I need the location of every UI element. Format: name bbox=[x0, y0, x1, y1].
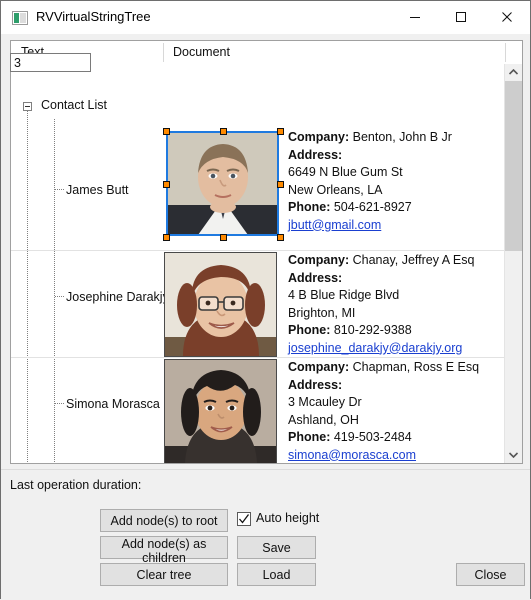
add-nodes-as-children-button[interactable]: Add node(s) as children bbox=[100, 536, 228, 565]
phone-label: Phone: bbox=[288, 430, 331, 444]
window-title: RVVirtualStringTree bbox=[36, 9, 151, 24]
phone-line: Phone: 504-621-8927 bbox=[288, 199, 503, 217]
email-link[interactable]: josephine_darakjy@darakjy.org bbox=[288, 340, 503, 358]
resize-handle-e[interactable] bbox=[277, 181, 284, 188]
maximize-icon bbox=[456, 12, 466, 22]
column-divider-1[interactable] bbox=[163, 43, 164, 62]
add-nodes-to-root-button[interactable]: Add node(s) to root bbox=[100, 509, 228, 532]
scroll-up-button[interactable] bbox=[505, 64, 522, 81]
resize-handle-sw[interactable] bbox=[163, 234, 170, 241]
email-link[interactable]: jbutt@gmail.com bbox=[288, 217, 503, 235]
phone-label: Phone: bbox=[288, 323, 331, 337]
portrait-image[interactable] bbox=[164, 359, 277, 463]
close-icon bbox=[502, 12, 512, 22]
phone-line: Phone: 810-292-9388 bbox=[288, 322, 503, 340]
save-button[interactable]: Save bbox=[237, 536, 316, 559]
portrait-image-selected[interactable] bbox=[166, 131, 279, 236]
contact-details: Company: Chanay, Jeffrey A Esq Address: … bbox=[288, 252, 503, 357]
minimize-icon bbox=[410, 17, 420, 18]
tree-node-label[interactable]: Simona Morasca bbox=[66, 397, 160, 411]
resize-handle-ne[interactable] bbox=[277, 128, 284, 135]
row-separator bbox=[11, 357, 505, 358]
clear-tree-button[interactable]: Clear tree bbox=[100, 563, 228, 586]
portrait-woman-glasses bbox=[165, 253, 276, 356]
address-label: Address: bbox=[288, 147, 343, 162]
company-value: Benton, John B Jr bbox=[352, 130, 452, 144]
phone-line: Phone: 419-503-2484 bbox=[288, 429, 503, 447]
portrait-image[interactable] bbox=[164, 252, 277, 357]
tree-line-elbow-2 bbox=[55, 296, 65, 297]
address-label-line: Address: bbox=[288, 270, 503, 288]
tree-node-root-label: Contact List bbox=[41, 98, 108, 112]
row-separator bbox=[11, 250, 505, 251]
scroll-down-button[interactable] bbox=[505, 447, 522, 463]
resize-handle-se[interactable] bbox=[277, 234, 284, 241]
address-line-1: 4 B Blue Ridge Blvd bbox=[288, 288, 400, 302]
address-line-1: 3 Mcauley Dr bbox=[288, 395, 362, 409]
close-button[interactable]: Close bbox=[456, 563, 525, 586]
expand-collapse-icon[interactable] bbox=[23, 102, 32, 111]
company-line: Company: Chapman, Ross E Esq bbox=[288, 359, 503, 377]
app-window: RVVirtualStringTree Text Document Contac… bbox=[0, 0, 531, 600]
address-label-line: Address: bbox=[288, 377, 503, 395]
load-button[interactable]: Load bbox=[237, 563, 316, 586]
address-line-2: New Orleans, LA bbox=[288, 182, 383, 197]
column-header-document[interactable]: Document bbox=[173, 45, 230, 59]
address-line-1: 6649 N Blue Gum St bbox=[288, 165, 403, 179]
tree-line-elbow-1 bbox=[55, 189, 65, 190]
company-label: Company: bbox=[288, 253, 350, 267]
company-line: Company: Benton, John B Jr bbox=[288, 129, 503, 147]
company-line: Company: Chanay, Jeffrey A Esq bbox=[288, 252, 503, 270]
scrollbar-thumb[interactable] bbox=[505, 81, 522, 251]
resize-handle-n[interactable] bbox=[220, 128, 227, 135]
chevron-down-icon bbox=[509, 452, 518, 458]
portrait-man-suit bbox=[168, 133, 277, 234]
address-label: Address: bbox=[288, 377, 343, 392]
resize-handle-s[interactable] bbox=[220, 234, 227, 241]
portrait-girl-dark-hair bbox=[165, 360, 276, 463]
auto-height-label: Auto height bbox=[256, 511, 320, 525]
address-label: Address: bbox=[288, 270, 343, 285]
tree-line-trunk bbox=[27, 111, 28, 463]
tree-line-elbow-3 bbox=[55, 403, 65, 404]
address-label-line: Address: bbox=[288, 147, 503, 165]
title-bar: RVVirtualStringTree bbox=[1, 1, 530, 35]
column-divider-2[interactable] bbox=[505, 43, 506, 62]
vertical-scrollbar[interactable] bbox=[504, 64, 522, 463]
address-line-2: Brighton, MI bbox=[288, 305, 356, 320]
tree-body[interactable]: Contact List James Butt Company: Benton,… bbox=[11, 64, 505, 464]
tree-node-label[interactable]: Josephine Darakjy bbox=[66, 290, 169, 304]
company-label: Company: bbox=[288, 360, 350, 374]
phone-value: 504-621-8927 bbox=[333, 200, 412, 214]
contact-details: Company: Benton, John B Jr Address: 6649… bbox=[288, 129, 503, 234]
tree-line-child-guide bbox=[54, 119, 55, 463]
checkmark-icon bbox=[239, 514, 250, 524]
address-line-2: Ashland, OH bbox=[288, 412, 359, 427]
resize-handle-nw[interactable] bbox=[163, 128, 170, 135]
company-value: Chanay, Jeffrey A Esq bbox=[352, 253, 475, 267]
email-link[interactable]: simona@morasca.com bbox=[288, 447, 503, 464]
chevron-up-icon bbox=[509, 69, 518, 75]
last-operation-duration-label: Last operation duration: bbox=[10, 478, 142, 492]
phone-label: Phone: bbox=[288, 200, 331, 214]
minimize-button[interactable] bbox=[392, 1, 438, 33]
phone-value: 810-292-9388 bbox=[333, 323, 412, 337]
virtual-string-tree[interactable]: Text Document Contact List James Butt Co… bbox=[10, 40, 523, 464]
app-icon bbox=[12, 10, 28, 26]
company-value: Chapman, Ross E Esq bbox=[352, 360, 480, 374]
contact-details: Company: Chapman, Ross E Esq Address: 3 … bbox=[288, 359, 503, 464]
resize-handle-w[interactable] bbox=[163, 181, 170, 188]
duration-input[interactable] bbox=[10, 53, 91, 72]
company-label: Company: bbox=[288, 130, 350, 144]
phone-value: 419-503-2484 bbox=[333, 430, 412, 444]
close-window-button[interactable] bbox=[484, 1, 530, 33]
maximize-button[interactable] bbox=[438, 1, 484, 33]
auto-height-checkbox[interactable] bbox=[237, 512, 251, 526]
tree-node-label[interactable]: James Butt bbox=[66, 183, 129, 197]
